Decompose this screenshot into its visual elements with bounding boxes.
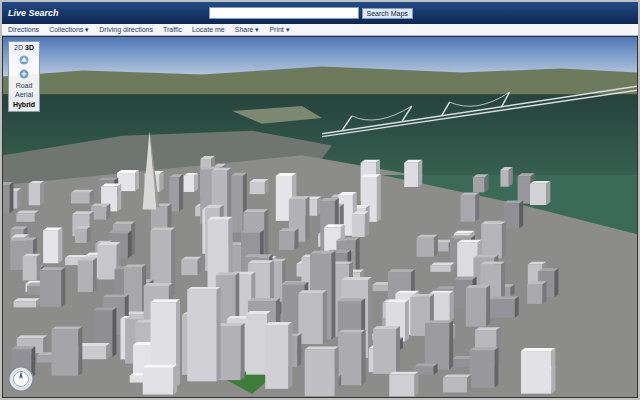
zoom-icon[interactable]: [18, 68, 30, 80]
menu-item[interactable]: Print ▾: [269, 26, 289, 34]
menu-item[interactable]: Locate me: [192, 26, 225, 33]
menu-item[interactable]: Traffic: [163, 26, 182, 33]
menu-bar: Directions Collections ▾ Driving direction…: [2, 24, 638, 36]
map-view[interactable]: 2D3D RoadAerial Hybrid: [2, 36, 638, 398]
search-input[interactable]: [209, 7, 359, 19]
screen: Live Search Search Maps Directions Collec…: [0, 0, 640, 400]
map-style-button[interactable]: Road: [16, 82, 33, 90]
map-style-button[interactable]: Aerial: [15, 91, 33, 99]
view-mode-group: 2D3D: [14, 44, 34, 52]
view-control: 2D3D RoadAerial Hybrid: [8, 41, 40, 112]
menu-item[interactable]: Share ▾: [235, 26, 260, 34]
logo[interactable]: Live Search: [8, 8, 59, 18]
menu-item[interactable]: Directions: [8, 26, 39, 33]
menu-item[interactable]: Driving directions: [99, 26, 153, 33]
search-button[interactable]: Search Maps: [362, 8, 413, 19]
header-bar: Live Search Search Maps: [2, 2, 638, 24]
view-mode-button[interactable]: 2D: [14, 44, 23, 52]
compass-icon[interactable]: [7, 365, 35, 393]
map-style-button[interactable]: Hybrid: [13, 101, 35, 109]
search-box: Search Maps: [209, 7, 413, 19]
tilt-icon[interactable]: [18, 54, 30, 66]
menu-item[interactable]: Collections ▾: [49, 26, 89, 34]
view-mode-button[interactable]: 3D: [25, 44, 34, 52]
city-3d-view: [3, 37, 637, 397]
